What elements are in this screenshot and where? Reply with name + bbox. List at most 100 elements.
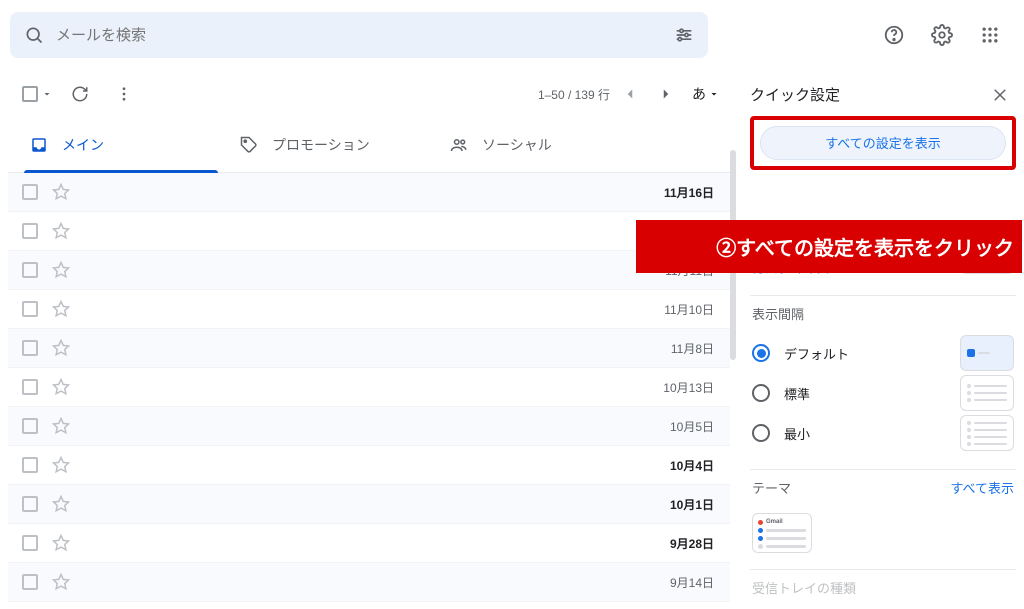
settings-icon[interactable] bbox=[922, 15, 962, 55]
tune-icon[interactable] bbox=[674, 25, 694, 45]
density-label: 標準 bbox=[784, 384, 810, 403]
section-density: 表示間隔 デフォルト標準最小 bbox=[750, 296, 1016, 470]
mail-row[interactable]: 10月5日 bbox=[8, 407, 730, 446]
apps-icon[interactable] bbox=[970, 15, 1010, 55]
star-icon[interactable] bbox=[52, 573, 70, 591]
mail-row[interactable]: 10月1日 bbox=[8, 485, 730, 524]
mail-row[interactable]: 9月14日 bbox=[8, 563, 730, 602]
row-checkbox[interactable] bbox=[22, 574, 38, 590]
help-icon[interactable] bbox=[874, 15, 914, 55]
radio-icon bbox=[752, 424, 770, 442]
row-checkbox[interactable] bbox=[22, 418, 38, 434]
row-checkbox[interactable] bbox=[22, 340, 38, 356]
all-settings-highlight: すべての設定を表示 bbox=[750, 116, 1016, 170]
more-button[interactable] bbox=[104, 74, 144, 114]
row-checkbox[interactable] bbox=[22, 535, 38, 551]
instruction-annotation: ②すべての設定を表示をクリック bbox=[636, 220, 1022, 273]
star-icon[interactable] bbox=[52, 222, 70, 240]
row-date: 9月28日 bbox=[670, 535, 714, 552]
star-icon[interactable] bbox=[52, 300, 70, 318]
row-date: 10月5日 bbox=[670, 418, 714, 435]
tab-tag[interactable]: プロモーション bbox=[226, 118, 436, 172]
checkbox-icon bbox=[22, 86, 38, 102]
density-label: 最小 bbox=[784, 424, 810, 443]
star-icon[interactable] bbox=[52, 261, 70, 279]
star-icon[interactable] bbox=[52, 378, 70, 396]
tab-label: メイン bbox=[62, 135, 104, 155]
tab-label: プロモーション bbox=[272, 135, 370, 155]
density-thumb bbox=[960, 375, 1014, 411]
radio-icon bbox=[752, 384, 770, 402]
tab-label: ソーシャル bbox=[482, 135, 552, 155]
input-method-label: あ bbox=[692, 84, 706, 104]
row-date: 11月10日 bbox=[664, 301, 714, 318]
density-label: デフォルト bbox=[784, 344, 849, 363]
refresh-button[interactable] bbox=[60, 74, 100, 114]
star-icon[interactable] bbox=[52, 456, 70, 474]
quick-settings-panel: クイック設定 すべての設定を表示 ②すべての設定を表示をクリック Chat と … bbox=[736, 70, 1024, 609]
people-icon bbox=[450, 136, 468, 154]
inbox-icon bbox=[30, 136, 48, 154]
row-date: 10月13日 bbox=[663, 379, 714, 396]
panel-title: クイック設定 bbox=[750, 84, 840, 105]
theme-all-link[interactable]: すべて表示 bbox=[950, 478, 1014, 497]
tab-inbox[interactable]: メイン bbox=[16, 118, 226, 172]
mail-row[interactable]: 11月10日 bbox=[8, 290, 730, 329]
star-icon[interactable] bbox=[52, 534, 70, 552]
mail-row[interactable]: 10月4日 bbox=[8, 446, 730, 485]
theme-thumb-default[interactable]: Gmail bbox=[752, 513, 812, 553]
select-all[interactable] bbox=[22, 86, 56, 102]
pager-next[interactable] bbox=[650, 78, 682, 110]
row-checkbox[interactable] bbox=[22, 262, 38, 278]
density-option[interactable]: 標準 bbox=[752, 373, 1014, 413]
search-icon bbox=[24, 25, 44, 45]
radio-icon bbox=[752, 344, 770, 362]
category-tabs: メイン プロモーション ソーシャル bbox=[8, 118, 730, 173]
mail-row[interactable]: 11月11日 bbox=[8, 251, 730, 290]
row-checkbox[interactable] bbox=[22, 379, 38, 395]
row-checkbox[interactable] bbox=[22, 301, 38, 317]
section-theme: テーマ すべて表示 Gmail bbox=[750, 470, 1016, 570]
row-checkbox[interactable] bbox=[22, 184, 38, 200]
inbox-type-title: 受信トレイの種類 bbox=[752, 578, 856, 597]
density-option[interactable]: デフォルト bbox=[752, 333, 1014, 373]
mail-rows: 11月16日11月16日11月11日11月10日11月8日10月13日10月5日… bbox=[8, 173, 730, 609]
mail-row[interactable]: 11月16日 bbox=[8, 212, 730, 251]
row-date: 9月14日 bbox=[670, 574, 714, 591]
mail-row[interactable]: 10月13日 bbox=[8, 368, 730, 407]
input-method[interactable]: あ bbox=[692, 84, 720, 104]
star-icon[interactable] bbox=[52, 183, 70, 201]
mail-list-column: 1–50 / 139 行 あ メインプロモーションソーシャル 11月16日11月… bbox=[0, 70, 730, 609]
tab-people[interactable]: ソーシャル bbox=[436, 118, 646, 172]
density-title: 表示間隔 bbox=[752, 304, 804, 323]
pager-prev[interactable] bbox=[614, 78, 646, 110]
row-date: 11月8日 bbox=[671, 340, 714, 357]
mail-row[interactable]: 11月16日 bbox=[8, 173, 730, 212]
row-date: 11月16日 bbox=[664, 184, 714, 201]
search-box[interactable] bbox=[10, 12, 708, 58]
pager: 1–50 / 139 行 bbox=[538, 78, 682, 110]
density-thumb bbox=[960, 335, 1014, 371]
row-checkbox[interactable] bbox=[22, 223, 38, 239]
chevron-down-icon[interactable] bbox=[38, 88, 56, 100]
row-checkbox[interactable] bbox=[22, 457, 38, 473]
row-checkbox[interactable] bbox=[22, 496, 38, 512]
pager-range: 1–50 / 139 行 bbox=[538, 86, 610, 103]
section-inbox-type: 受信トレイの種類 bbox=[750, 570, 1016, 609]
close-icon[interactable] bbox=[984, 79, 1016, 111]
tag-icon bbox=[240, 136, 258, 154]
row-date: 10月4日 bbox=[670, 457, 714, 474]
star-icon[interactable] bbox=[52, 417, 70, 435]
star-icon[interactable] bbox=[52, 339, 70, 357]
list-toolbar: 1–50 / 139 行 あ bbox=[8, 70, 730, 118]
density-thumb bbox=[960, 415, 1014, 451]
density-option[interactable]: 最小 bbox=[752, 413, 1014, 453]
mail-row[interactable]: 11月8日 bbox=[8, 329, 730, 368]
top-bar bbox=[0, 0, 1024, 70]
row-date: 10月1日 bbox=[670, 496, 714, 513]
mail-row[interactable]: 9月28日 bbox=[8, 524, 730, 563]
theme-title: テーマ bbox=[752, 478, 791, 497]
search-input[interactable] bbox=[56, 27, 674, 44]
all-settings-button[interactable]: すべての設定を表示 bbox=[760, 126, 1006, 160]
star-icon[interactable] bbox=[52, 495, 70, 513]
